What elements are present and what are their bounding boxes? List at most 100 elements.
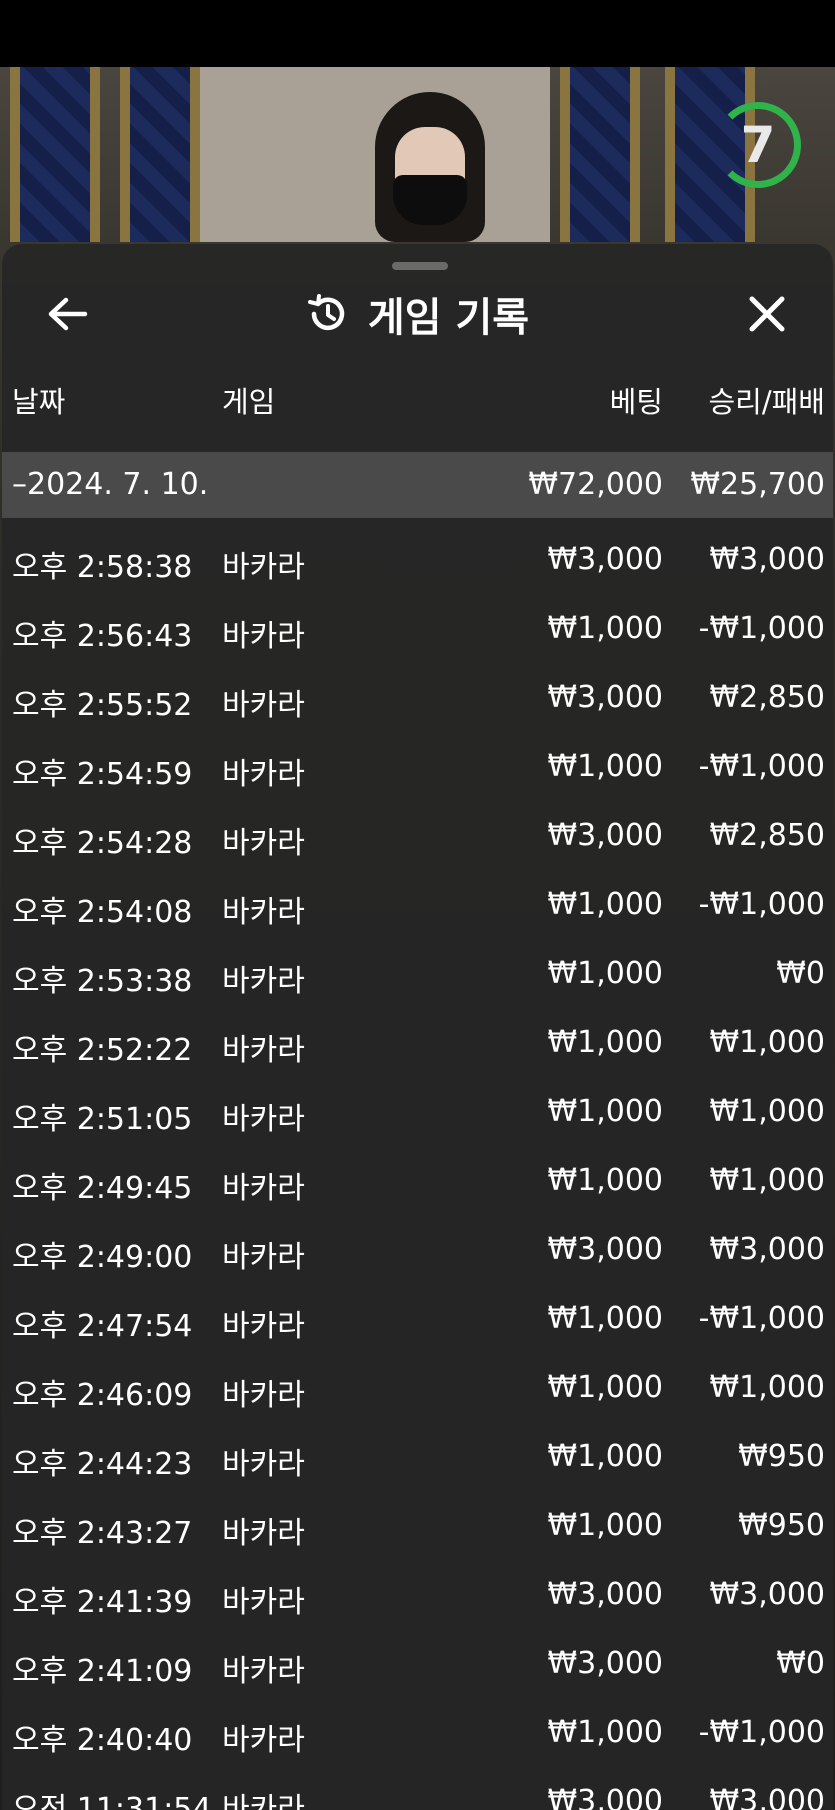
history-icon bbox=[307, 294, 345, 331]
row-result: ₩3,000 bbox=[709, 1577, 825, 1612]
arrow-left-icon bbox=[48, 297, 88, 331]
row-game: 바카라 bbox=[222, 1723, 305, 1758]
history-row[interactable]: 오후 2:54:59 바카라 ₩1,000 -₩1,000 bbox=[2, 733, 833, 802]
row-bet: ₩3,000 bbox=[547, 542, 663, 577]
history-row[interactable]: 오후 2:54:08 바카라 ₩1,000 -₩1,000 bbox=[2, 871, 833, 940]
row-game: 바카라 bbox=[222, 1378, 305, 1413]
history-row[interactable]: 오후 2:54:28 바카라 ₩3,000 ₩2,850 bbox=[2, 802, 833, 871]
row-bet: ₩1,000 bbox=[547, 1025, 663, 1060]
row-bet: ₩1,000 bbox=[547, 1163, 663, 1198]
row-time: 오후 2:44:23 bbox=[12, 1447, 193, 1482]
row-bet: ₩1,000 bbox=[547, 1370, 663, 1405]
row-bet: ₩3,000 bbox=[547, 818, 663, 853]
row-time: 오후 2:49:45 bbox=[12, 1171, 193, 1206]
history-row[interactable]: 오후 2:51:05 바카라 ₩1,000 ₩1,000 bbox=[2, 1078, 833, 1147]
row-bet: ₩1,000 bbox=[547, 749, 663, 784]
row-bet: ₩3,000 bbox=[547, 1646, 663, 1681]
row-bet: ₩1,000 bbox=[547, 1715, 663, 1750]
row-result: -₩1,000 bbox=[698, 1301, 825, 1336]
row-bet: ₩1,000 bbox=[547, 1439, 663, 1474]
row-result: -₩1,000 bbox=[698, 611, 825, 646]
decor-pillar bbox=[10, 67, 100, 242]
history-row[interactable]: 오후 2:55:52 바카라 ₩3,000 ₩2,850 bbox=[2, 664, 833, 733]
row-game: 바카라 bbox=[222, 1585, 305, 1620]
history-row[interactable]: 오후 2:41:39 바카라 ₩3,000 ₩3,000 bbox=[2, 1561, 833, 1630]
row-time: 오후 2:49:00 bbox=[12, 1240, 193, 1275]
row-game: 바카라 bbox=[222, 1033, 305, 1068]
history-row[interactable]: 오후 2:56:43 바카라 ₩1,000 -₩1,000 bbox=[2, 595, 833, 664]
game-history-panel: 게임 기록 날짜 게임 베팅 승리/패배 –2024. 7. 10. ₩72,0… bbox=[2, 244, 833, 1810]
date-group-bet-total: ₩72,000 bbox=[528, 467, 663, 502]
row-time: 오후 2:54:08 bbox=[12, 895, 193, 930]
history-row[interactable]: 오후 2:58:38 바카라 ₩3,000 ₩3,000 bbox=[2, 526, 833, 595]
row-game: 바카라 bbox=[222, 1516, 305, 1551]
row-bet: ₩3,000 bbox=[547, 1577, 663, 1612]
row-result: ₩0 bbox=[776, 956, 825, 991]
row-game: 바카라 bbox=[222, 1102, 305, 1137]
row-result: ₩3,000 bbox=[709, 1232, 825, 1267]
row-game: 바카라 bbox=[222, 1654, 305, 1689]
row-game: 바카라 bbox=[222, 826, 305, 861]
row-result: ₩950 bbox=[738, 1508, 825, 1543]
history-row[interactable]: 오후 2:46:09 바카라 ₩1,000 ₩1,000 bbox=[2, 1354, 833, 1423]
drag-handle[interactable] bbox=[392, 262, 448, 270]
history-row[interactable]: 오후 2:47:54 바카라 ₩1,000 -₩1,000 bbox=[2, 1285, 833, 1354]
row-game: 바카라 bbox=[222, 619, 305, 654]
row-time: 오후 2:53:38 bbox=[12, 964, 193, 999]
row-game: 바카라 bbox=[222, 1447, 305, 1482]
table-header: 날짜 게임 베팅 승리/패배 bbox=[2, 379, 833, 429]
row-result: -₩1,000 bbox=[698, 887, 825, 922]
row-time: 오후 2:54:59 bbox=[12, 757, 193, 792]
row-time: 오후 2:41:39 bbox=[12, 1585, 193, 1620]
column-header-date: 날짜 bbox=[12, 385, 66, 419]
row-result: ₩1,000 bbox=[709, 1094, 825, 1129]
history-row[interactable]: 오후 2:40:40 바카라 ₩1,000 -₩1,000 bbox=[2, 1699, 833, 1768]
row-bet: ₩1,000 bbox=[547, 611, 663, 646]
history-row[interactable]: 오후 2:49:00 바카라 ₩3,000 ₩3,000 bbox=[2, 1216, 833, 1285]
row-result: ₩950 bbox=[738, 1439, 825, 1474]
history-row[interactable]: 오후 2:44:23 바카라 ₩1,000 ₩950 bbox=[2, 1423, 833, 1492]
date-group-winloss-total: ₩25,700 bbox=[690, 467, 825, 502]
close-icon bbox=[749, 296, 785, 332]
row-time: 오후 2:40:40 bbox=[12, 1723, 193, 1758]
countdown-timer: 7 bbox=[715, 102, 801, 188]
history-row[interactable]: 오후 2:49:45 바카라 ₩1,000 ₩1,000 bbox=[2, 1147, 833, 1216]
row-game: 바카라 bbox=[222, 1309, 305, 1344]
row-result: -₩1,000 bbox=[698, 1715, 825, 1750]
row-time: 오후 2:56:43 bbox=[12, 619, 193, 654]
row-result: ₩1,000 bbox=[709, 1370, 825, 1405]
row-bet: ₩1,000 bbox=[547, 1508, 663, 1543]
row-bet: ₩1,000 bbox=[547, 887, 663, 922]
row-game: 바카라 bbox=[222, 688, 305, 723]
date-group-label: –2024. 7. 10. bbox=[12, 467, 209, 502]
date-group-row[interactable]: –2024. 7. 10. ₩72,000 ₩25,700 bbox=[2, 452, 833, 518]
close-button[interactable] bbox=[742, 292, 792, 336]
history-row[interactable]: 오후 2:53:38 바카라 ₩1,000 ₩0 bbox=[2, 940, 833, 1009]
row-result: ₩0 bbox=[776, 1646, 825, 1681]
row-time: 오후 2:51:05 bbox=[12, 1102, 193, 1137]
timer-value: 7 bbox=[740, 116, 776, 174]
row-bet: ₩3,000 bbox=[547, 1232, 663, 1267]
history-row[interactable]: 오후 2:52:22 바카라 ₩1,000 ₩1,000 bbox=[2, 1009, 833, 1078]
back-button[interactable] bbox=[42, 292, 92, 336]
column-header-game: 게임 bbox=[222, 385, 276, 419]
row-game: 바카라 bbox=[222, 550, 305, 585]
row-game: 바카라 bbox=[222, 964, 305, 999]
row-time: 오전 11:31:54 bbox=[12, 1792, 212, 1810]
history-row[interactable]: 오전 11:31:54 바카라 ₩3,000 ₩3,000 bbox=[2, 1768, 833, 1810]
row-time: 오후 2:52:22 bbox=[12, 1033, 193, 1068]
row-time: 오후 2:41:09 bbox=[12, 1654, 193, 1689]
row-time: 오후 2:54:28 bbox=[12, 826, 193, 861]
history-row[interactable]: 오후 2:43:27 바카라 ₩1,000 ₩950 bbox=[2, 1492, 833, 1561]
history-row[interactable]: 오후 2:41:09 바카라 ₩3,000 ₩0 bbox=[2, 1630, 833, 1699]
row-game: 바카라 bbox=[222, 757, 305, 792]
row-time: 오후 2:43:27 bbox=[12, 1516, 193, 1551]
dealer-mask bbox=[393, 175, 467, 225]
decor-pillar bbox=[560, 67, 640, 242]
row-game: 바카라 bbox=[222, 1240, 305, 1275]
panel-title: 게임 기록 bbox=[367, 295, 530, 341]
status-bar bbox=[0, 0, 835, 67]
row-game: 바카라 bbox=[222, 895, 305, 930]
row-time: 오후 2:58:38 bbox=[12, 550, 193, 585]
row-game: 바카라 bbox=[222, 1792, 305, 1810]
